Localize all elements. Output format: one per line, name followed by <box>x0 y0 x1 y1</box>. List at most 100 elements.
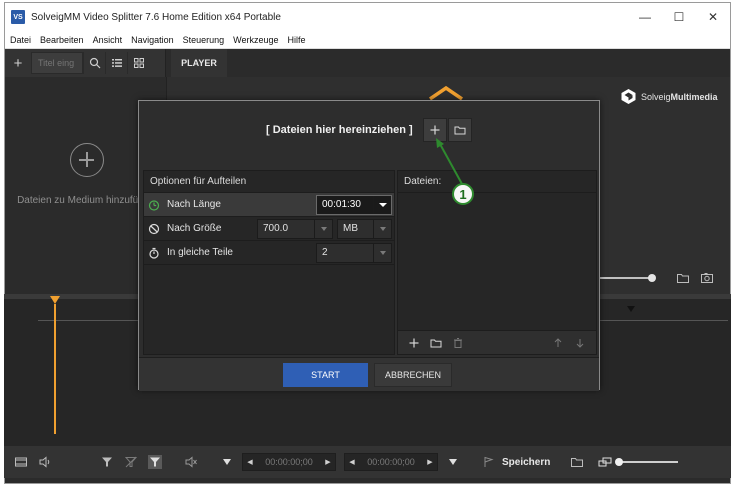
add-media-button[interactable]: + <box>5 55 31 72</box>
media-toolbar: + <box>5 49 166 77</box>
plus-icon <box>430 125 440 135</box>
length-dropdown-arrow[interactable] <box>373 196 391 214</box>
end-time-prev[interactable]: ◀ <box>345 454 359 470</box>
solveig-logo-icon <box>621 89 636 104</box>
option-by-size-label: Nach Größe <box>167 223 222 234</box>
brand-logo: Solveig Multimedia <box>620 88 718 105</box>
arrow-down-icon[interactable] <box>574 337 586 349</box>
files-panel: Dateien: <box>397 170 597 355</box>
option-equal-parts-label: In gleiche Teile <box>167 247 233 258</box>
playhead-line <box>54 304 56 434</box>
stopwatch-icon <box>149 247 159 259</box>
window-controls: — ☐ ✕ <box>628 3 730 31</box>
volume-slider-group <box>598 270 726 286</box>
window-title: SolveigMM Video Splitter 7.6 Home Editio… <box>31 11 281 23</box>
playhead-marker[interactable] <box>50 296 60 304</box>
marker-down-icon[interactable] <box>220 455 234 469</box>
files-title: Dateien: <box>398 171 596 193</box>
search-button[interactable] <box>83 52 105 74</box>
open-folder-icon[interactable] <box>570 455 584 469</box>
marker-down-icon-2[interactable] <box>446 455 460 469</box>
arrow-up-icon[interactable] <box>552 337 564 349</box>
clock-green-icon <box>148 199 160 211</box>
filter-icon[interactable] <box>100 455 114 469</box>
save-button[interactable]: Speichern <box>502 457 550 468</box>
parts-input[interactable]: 2 <box>316 243 392 263</box>
length-value: 00:01:30 <box>322 199 361 210</box>
list-icon <box>111 59 122 67</box>
menu-navigation[interactable]: Navigation <box>127 35 178 45</box>
menu-bearbeiten[interactable]: Bearbeiten <box>36 35 88 45</box>
annotation-number: 1 <box>452 183 474 205</box>
player-tab-bar: PLAYER <box>167 49 730 77</box>
drop-files-label: [ Dateien hier hereinziehen ] <box>266 124 413 136</box>
dialog-drop-zone[interactable]: [ Dateien hier hereinziehen ] <box>139 101 599 165</box>
folder-icon[interactable] <box>676 271 690 285</box>
zoom-slider-knob[interactable] <box>615 458 624 466</box>
split-options-panel: Optionen für Aufteilen Nach Länge 00:01:… <box>143 170 395 355</box>
zoom-slider[interactable] <box>615 458 679 466</box>
app-icon: VS <box>11 10 25 24</box>
menu-bar: Datei Bearbeiten Ansicht Navigation Steu… <box>5 31 730 49</box>
parts-value: 2 <box>322 247 328 258</box>
mute-icon[interactable] <box>184 455 198 469</box>
start-time-prev[interactable]: ◀ <box>243 454 257 470</box>
size-unit-dropdown-arrow[interactable] <box>373 220 391 238</box>
option-equal-parts[interactable]: In gleiche Teile 2 <box>144 241 394 265</box>
add-media-hint: Dateien zu Medium hinzufügen <box>17 195 155 206</box>
option-by-size[interactable]: Nach Größe 700.0 MB <box>144 217 394 241</box>
folder-icon[interactable] <box>430 337 442 349</box>
annotation-arrow <box>436 138 463 185</box>
maximize-button[interactable]: ☐ <box>662 3 696 31</box>
speaker-icon[interactable] <box>38 455 52 469</box>
menu-werkzeuge[interactable]: Werkzeuge <box>229 35 282 45</box>
menu-ansicht[interactable]: Ansicht <box>89 35 127 45</box>
menu-steuerung[interactable]: Steuerung <box>179 35 229 45</box>
trash-icon[interactable] <box>452 337 464 349</box>
plus-icon[interactable] <box>408 337 420 349</box>
size-value: 700.0 <box>263 223 289 234</box>
list-view-button[interactable] <box>105 52 127 74</box>
option-by-length[interactable]: Nach Länge 00:01:30 <box>144 193 394 217</box>
menu-hilfe[interactable]: Hilfe <box>284 35 310 45</box>
menu-datei[interactable]: Datei <box>6 35 35 45</box>
brand-prefix: Solveig <box>641 91 671 102</box>
dialog-footer: START ABBRECHEN <box>139 357 599 391</box>
options-title: Optionen für Aufteilen <box>144 171 394 193</box>
cancel-button[interactable]: ABBRECHEN <box>374 363 452 387</box>
chevron-logo-icon <box>429 86 463 100</box>
length-input[interactable]: 00:01:30 <box>316 195 392 215</box>
end-time-input[interactable]: 00:00:00;00 <box>359 457 423 467</box>
end-marker[interactable] <box>627 306 635 312</box>
zoom-icon[interactable] <box>598 455 612 469</box>
end-time-box: ◀ 00:00:00;00 ▶ <box>344 453 438 471</box>
close-button[interactable]: ✕ <box>696 3 730 31</box>
search-icon <box>89 57 100 69</box>
flag-icon[interactable] <box>482 455 496 469</box>
folder-icon <box>454 126 466 135</box>
size-dropdown-arrow[interactable] <box>314 220 332 238</box>
size-unit-select[interactable]: MB <box>337 219 392 239</box>
start-time-input[interactable]: 00:00:00;00 <box>257 457 321 467</box>
title-search-input[interactable] <box>31 52 83 74</box>
filter-off-icon[interactable] <box>124 455 138 469</box>
tab-player[interactable]: PLAYER <box>171 49 227 77</box>
minimize-button[interactable]: — <box>628 3 662 31</box>
grid-view-button[interactable] <box>127 52 149 74</box>
bottom-toolbar: ◀ 00:00:00;00 ▶ ◀ 00:00:00;00 ▶ Speicher… <box>4 446 731 478</box>
parts-dropdown-arrow[interactable] <box>373 244 391 262</box>
grid-icon <box>133 58 144 68</box>
volume-slider[interactable] <box>598 274 656 282</box>
end-time-next[interactable]: ▶ <box>423 454 437 470</box>
filter-active-icon[interactable] <box>148 455 162 469</box>
option-by-length-label: Nach Länge <box>167 199 221 210</box>
size-input[interactable]: 700.0 <box>257 219 333 239</box>
start-time-box: ◀ 00:00:00;00 ▶ <box>242 453 336 471</box>
add-media-circle-icon[interactable] <box>70 143 104 177</box>
volume-slider-knob[interactable] <box>648 274 656 282</box>
title-bar: VS SolveigMM Video Splitter 7.6 Home Edi… <box>5 3 730 31</box>
film-icon[interactable] <box>14 455 28 469</box>
snapshot-icon[interactable] <box>700 271 714 285</box>
start-button[interactable]: START <box>283 363 368 387</box>
start-time-next[interactable]: ▶ <box>321 454 335 470</box>
